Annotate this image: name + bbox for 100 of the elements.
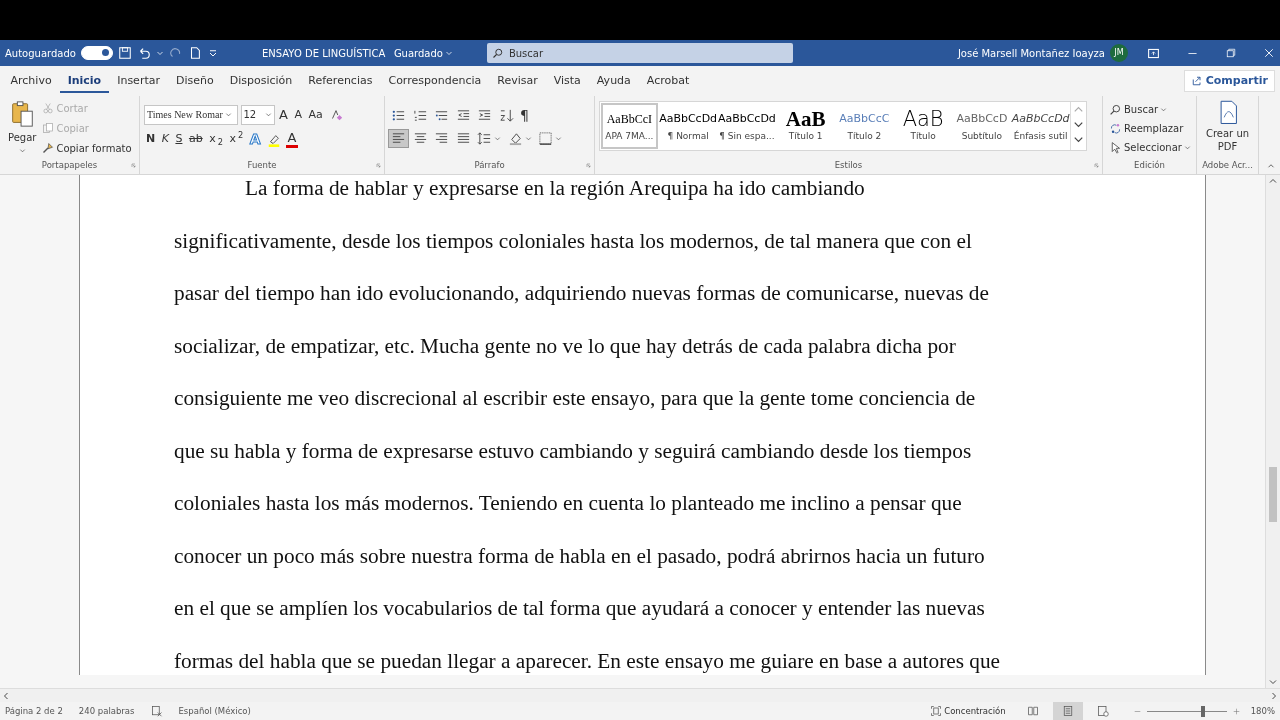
line-spacing-icon <box>477 130 492 146</box>
document-title: ENSAYO DE LINGUÍSTICA <box>261 46 386 61</box>
close-icon[interactable] <box>1263 47 1275 59</box>
focus-button[interactable]: Concentración <box>928 703 1008 719</box>
ribbon-tab[interactable]: Referencias <box>300 66 381 96</box>
ribbon-tab[interactable]: Disposición <box>221 66 301 96</box>
strikethrough-button[interactable]: ab <box>186 130 205 149</box>
grow-font-button[interactable]: A <box>277 104 290 126</box>
web-page-icon <box>1096 705 1109 717</box>
italic-button[interactable]: K <box>159 130 171 149</box>
ribbon-tab[interactable]: Ayuda <box>588 66 639 96</box>
ribbon-tab[interactable]: Revisar <box>489 66 546 96</box>
group-label: Edición <box>1133 159 1166 173</box>
scrollbar-thumb[interactable] <box>1269 467 1277 522</box>
font-size-field[interactable]: 12 <box>240 104 275 125</box>
sort-icon <box>498 108 514 123</box>
eraser-icon <box>329 107 344 122</box>
borders-button[interactable] <box>536 129 564 147</box>
caret-icon <box>555 134 562 142</box>
zoom-thumb[interactable] <box>1200 705 1205 717</box>
restore-icon[interactable] <box>1225 47 1237 59</box>
caret-icon <box>264 111 272 119</box>
underline-button[interactable]: S <box>173 130 185 149</box>
horizontal-scrollbar[interactable] <box>0 688 1280 702</box>
align-right-icon <box>434 130 449 146</box>
ribbon-display-icon[interactable] <box>1147 46 1160 60</box>
ribbon-tab[interactable]: Archivo <box>2 66 60 96</box>
body-paragraph: La forma de hablar y expresarse en la región Arequipa ha ido cambiando significativamente, desde los tiempos coloniales hasta los modernos, de tal manera que con el pasar del tiempo han ido evolucionando, adquiriendo nuevas formas de comunicarse, nuevas de socializar, de empatizar, etc. Mucha gente no ve lo que hay detrás de cada palabra dicha por consiguiente me veo discrecional al escribir este ensayo, para que la gente tome conciencia de que su habla y forma de expresarse estuvo cambiando y seguirá cambiando desde los tiempos coloniales hasta los más modernos. Teniendo en cuenta lo planteado me inclino a pensar que conocer un poco más sobre nuestra forma de habla en el pasado, podrá abrirnos hacia un futuro en el que se amplíen los vocabularios de tal forma que ayudará a conocer y entender las nuevas formas del habla que se puedan llegar a aparecer. En este ensayo me guiare en base a autores que <box>173 175 1002 675</box>
save-icon[interactable] <box>117 46 132 60</box>
caret-icon <box>18 147 26 154</box>
proofing-icon[interactable] <box>150 705 163 717</box>
user-name: José Marsell Montañez Ioayza <box>957 46 1105 61</box>
caret-icon[interactable] <box>155 49 164 57</box>
ribbon-tab[interactable]: Inicio <box>59 66 110 96</box>
bold-button[interactable]: N <box>144 130 158 149</box>
brush-icon <box>42 142 55 154</box>
ribbon-tab[interactable]: Diseño <box>168 66 222 96</box>
find-button[interactable]: Buscar <box>1107 100 1193 119</box>
create-pdf-button[interactable]: Crear un PDF <box>1201 98 1254 154</box>
save-status[interactable]: Guardado <box>393 45 443 61</box>
caret-icon <box>494 134 501 142</box>
page-icon <box>1061 705 1074 717</box>
ribbon-tab[interactable]: Vista <box>545 66 589 96</box>
share-icon <box>1191 75 1204 87</box>
search-placeholder: Buscar <box>508 46 544 61</box>
bulleted-list-icon <box>391 108 406 123</box>
superscript-button[interactable]: x $^{2}$ <box>227 130 246 149</box>
vertical-scrollbar[interactable] <box>1265 175 1280 688</box>
user-avatar[interactable]: JM <box>1110 44 1128 62</box>
paste-button[interactable]: Pegar <box>4 98 41 158</box>
increase-indent-icon <box>477 108 492 123</box>
caret-icon <box>524 134 532 142</box>
ribbon-tab[interactable]: Correspondencia <box>380 66 490 96</box>
caret-icon <box>224 111 232 119</box>
autosave-label: Autoguardado <box>5 46 76 61</box>
align-left-button[interactable] <box>389 129 408 147</box>
subscript-button[interactable]: x $_{2}$ <box>207 130 225 149</box>
font-name-field[interactable]: Times New Romar <box>144 104 238 125</box>
ribbon-tab[interactable]: Acrobat <box>638 66 698 96</box>
copy-icon <box>42 122 55 134</box>
language-label[interactable]: Español (México) <box>178 704 251 718</box>
show-marks-button[interactable]: ¶ <box>518 104 531 127</box>
align-justify-icon <box>455 130 471 146</box>
decrease-indent-icon <box>455 108 471 123</box>
change-case-button[interactable]: Aa <box>306 105 325 124</box>
group-label: Adobe Acr... <box>1201 159 1254 173</box>
search-icon <box>491 47 504 59</box>
scissors-icon <box>42 102 55 114</box>
replace-icon <box>1109 122 1122 135</box>
format-button[interactable]: Copiar formato <box>40 138 134 158</box>
style-option[interactable]: AaBbCcI APA 7MA... <box>600 102 659 150</box>
group-label: Párrafo <box>473 159 506 173</box>
multilevel-list-icon <box>434 108 449 123</box>
spacing-button[interactable] <box>475 129 503 147</box>
zoom-level[interactable]: 180% <box>1250 704 1275 718</box>
group-label: Estilos <box>833 159 864 173</box>
group-label: Portapapeles <box>40 159 99 173</box>
autosave-toggle[interactable] <box>80 46 113 60</box>
search-icon <box>1109 103 1122 116</box>
caret-icon[interactable] <box>445 49 454 57</box>
focus-icon <box>930 705 943 717</box>
ribbon-tab[interactable]: Insertar <box>109 66 168 96</box>
group-label: Fuente <box>246 159 278 173</box>
search-field[interactable]: Buscar <box>486 43 793 63</box>
select-button[interactable]: Seleccionar <box>1107 138 1193 157</box>
page-count[interactable]: Página 2 de 2 <box>5 704 63 718</box>
share-button[interactable]: Compartir <box>1184 70 1275 92</box>
shrink-font-button[interactable]: A <box>292 105 304 124</box>
highlighter-icon <box>267 132 282 147</box>
align-center-icon <box>412 130 428 146</box>
align-left-icon <box>391 130 406 146</box>
cursor-icon <box>1109 141 1122 154</box>
numbered-list-icon <box>412 108 428 123</box>
borders-icon <box>538 130 553 146</box>
word-count[interactable]: 240 palabras <box>78 704 135 718</box>
print-view-button[interactable] <box>1052 702 1083 720</box>
paint-bucket-icon <box>507 130 523 146</box>
replace-button[interactable]: Reemplazar <box>1107 119 1193 138</box>
book-icon <box>1026 705 1039 717</box>
font-color-button[interactable]: A <box>285 131 299 148</box>
